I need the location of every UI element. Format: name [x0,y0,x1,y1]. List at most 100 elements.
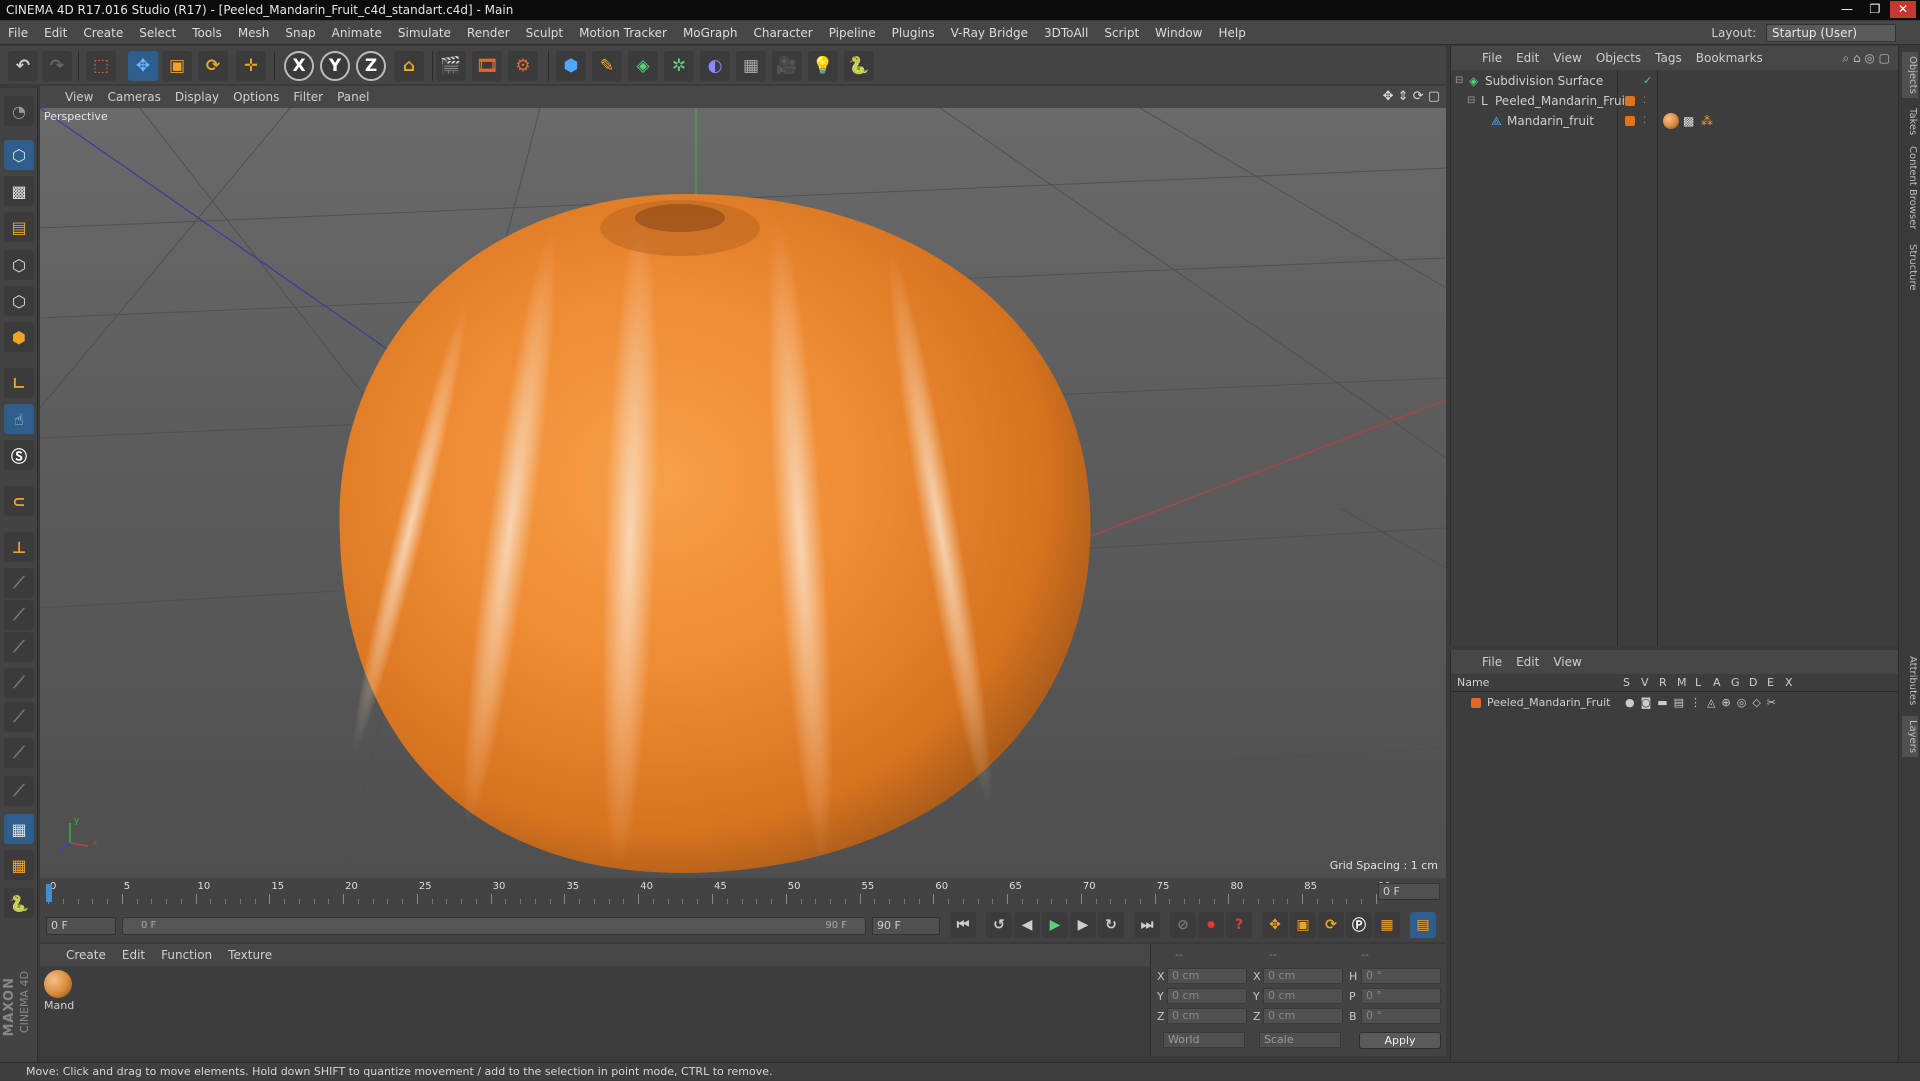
range-slider[interactable]: 0 F 90 F [122,917,866,935]
sculpt-flatten-icon[interactable]: ⟋ [4,668,34,698]
menu-v-ray-bridge[interactable]: V-Ray Bridge [943,21,1036,45]
visibility-dots-icon[interactable]: ⁚ [1643,92,1646,110]
viewport-menu-options[interactable]: Options [226,86,286,108]
enabled-check-icon[interactable]: ✓ [1643,72,1652,90]
menu-create[interactable]: Create [75,21,131,45]
rot-b-field[interactable]: 0 ° [1361,1008,1441,1024]
spline-pen-icon[interactable]: ✎ [592,51,622,81]
floor-icon[interactable]: ▦ [736,51,766,81]
z-axis-lock-button[interactable]: Z [356,51,386,81]
tab-structure[interactable]: Structure [1902,244,1918,291]
menu-tools[interactable]: Tools [184,21,230,45]
layer-menu-view[interactable]: View [1546,650,1588,674]
mandarin-model[interactable] [339,193,1091,874]
coordinate-mode-dropdown[interactable]: Scale [1259,1032,1341,1048]
coordinate-space-dropdown[interactable]: World [1163,1032,1245,1048]
column-a[interactable]: A [1713,676,1721,689]
column-e[interactable]: E [1767,676,1774,689]
column-v[interactable]: V [1641,676,1649,689]
maximize-icon[interactable]: ❐ [1862,1,1888,18]
subdivision-surface-icon[interactable]: ◈ [628,51,658,81]
size-z-field[interactable]: 0 cm [1263,1008,1343,1024]
render-view-icon[interactable]: 🎬 [436,51,466,81]
workplane-mode-icon[interactable]: ▤ [4,212,34,242]
menu-3dtoall[interactable]: 3DToAll [1036,21,1096,45]
previous-frame-icon[interactable]: ◀ [1014,912,1040,938]
python-console-icon[interactable]: 🐍 [4,888,34,918]
keyframe-icon[interactable]: ⊘ [1170,912,1196,938]
menu-render[interactable]: Render [459,21,518,45]
timeline-window-icon[interactable]: ▤ [1410,912,1436,938]
snap-icon[interactable]: Ⓢ [4,440,34,470]
layer-row[interactable]: Peeled_Mandarin_Fruit ●◙▬▤⋮◬⊕◎◇✂ [1451,694,1899,712]
expand-icon[interactable]: ⊟ [1467,92,1475,110]
layer-flag-icons[interactable]: ●◙▬▤⋮◬⊕◎◇✂ [1625,694,1782,712]
layout-selector[interactable]: Layout: Startup (User) [1711,24,1896,42]
python-icon[interactable]: 🐍 [844,51,874,81]
size-y-field[interactable]: 0 cm [1263,988,1343,1004]
move-tool-icon[interactable]: ✥ [128,51,158,81]
key-rotation-icon[interactable]: ⟳ [1318,912,1344,938]
tab-layers[interactable]: Layers [1902,716,1918,758]
viewport-menu-filter[interactable]: Filter [286,86,330,108]
material-menu-edit[interactable]: Edit [114,944,153,966]
cube-primitive-icon[interactable]: ⬢ [556,51,586,81]
next-frame-icon[interactable]: ▶ [1070,912,1096,938]
menu-motion-tracker[interactable]: Motion Tracker [571,21,675,45]
scale-tool-icon[interactable]: ▣ [162,51,192,81]
size-x-field[interactable]: 0 cm [1263,968,1343,984]
layer-color-icon[interactable] [1625,116,1635,126]
cloner-icon[interactable]: ✲ [664,51,694,81]
column-m[interactable]: M [1677,676,1687,689]
camera-icon[interactable]: 🎥 [772,51,802,81]
go-to-end-icon[interactable]: ⏭ [1134,912,1160,938]
uvw-tag-icon[interactable]: ▩ [1683,112,1694,130]
editor-visibility-icon[interactable] [1625,76,1635,86]
sculpt-mask-icon[interactable]: ⟋ [4,738,34,768]
column-s[interactable]: S [1623,676,1630,689]
material-swatch[interactable]: Mand [44,970,74,1012]
material-tag-icon[interactable] [1663,113,1679,129]
menu-character[interactable]: Character [745,21,820,45]
sculpt-grid-icon[interactable]: ▦ [4,814,34,844]
deformer-icon[interactable]: ◐ [700,51,730,81]
go-to-start-icon[interactable]: ⏮ [950,912,976,938]
menu-window[interactable]: Window [1147,21,1210,45]
points-mode-icon[interactable]: ⬡ [4,250,34,280]
column-l[interactable]: L [1695,676,1701,689]
key-scale-icon[interactable]: ▣ [1290,912,1316,938]
layer-menu-file[interactable]: File [1475,650,1509,674]
sculpt-pull-icon[interactable]: ⟋ [4,568,34,598]
light-icon[interactable]: 💡 [808,51,838,81]
pos-x-field[interactable]: 0 cm [1167,968,1247,984]
playhead[interactable] [46,884,52,902]
tab-objects[interactable]: Objects [1902,52,1918,98]
layer-menu-edit[interactable]: Edit [1509,650,1546,674]
render-settings-icon[interactable]: ⚙ [508,51,538,81]
object-row[interactable]: ⊟ ◈ Subdivision Surface ✓ [1451,72,1899,90]
menu-select[interactable]: Select [131,21,184,45]
object-row[interactable]: ⊟ L Peeled_Mandarin_Fruit ⁚ [1451,92,1899,110]
layer-color-swatch[interactable] [1471,698,1481,708]
menu-sculpt[interactable]: Sculpt [518,21,571,45]
x-axis-lock-button[interactable]: X [284,51,314,81]
sculpt-settings-icon[interactable]: ▦ [4,850,34,880]
viewport-menu-view[interactable]: View [58,86,100,108]
render-picture-viewer-icon[interactable]: 🎞 [472,51,502,81]
object-menu-tags[interactable]: Tags [1648,46,1689,70]
column-d[interactable]: D [1749,676,1757,689]
start-frame-field[interactable]: 0 F [46,917,116,935]
pos-y-field[interactable]: 0 cm [1167,988,1247,1004]
autokey-icon[interactable]: ? [1226,912,1252,938]
material-manager[interactable]: Mand [40,966,1150,1056]
menu-mesh[interactable]: Mesh [230,21,278,45]
end-frame-field[interactable]: 90 F [872,917,940,935]
phong-tag-icon[interactable]: ⁂ [1701,112,1713,130]
viewport-menu-panel[interactable]: Panel [330,86,376,108]
edges-mode-icon[interactable]: ⬡ [4,286,34,316]
current-frame-field[interactable]: 0 F [1378,883,1440,900]
layer-color-icon[interactable] [1625,96,1635,106]
tab-attributes[interactable]: Attributes [1902,656,1918,705]
menu-file[interactable]: File [0,21,36,45]
viewport-menu-cameras[interactable]: Cameras [100,86,167,108]
